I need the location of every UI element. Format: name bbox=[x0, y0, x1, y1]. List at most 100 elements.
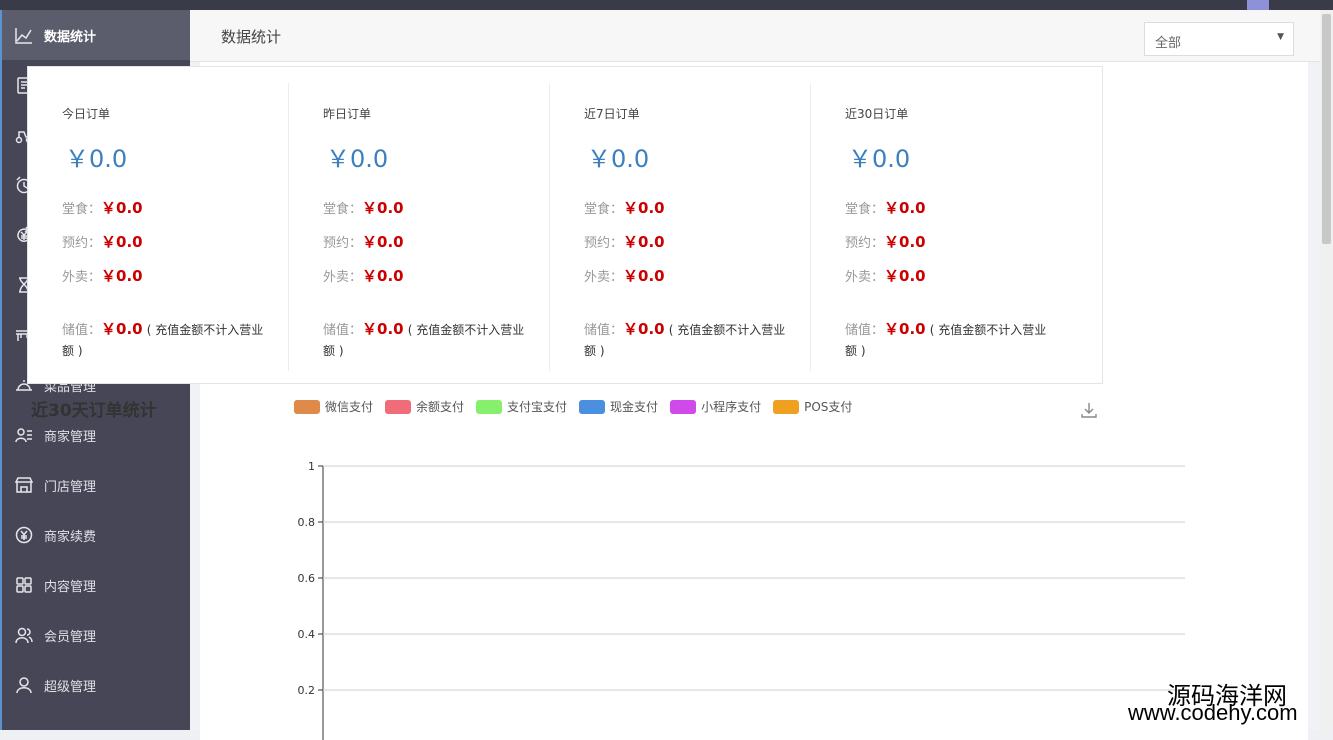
stat-reserve-label: 预约： bbox=[845, 236, 885, 251]
stat-reserve: 预约：￥0.0 bbox=[323, 231, 404, 252]
stat-dine: 堂食：￥0.0 bbox=[584, 197, 665, 218]
line-chart: 1 0.8 0.6 0.4 0.2 bbox=[298, 460, 1185, 740]
legend-item[interactable]: POS支付 bbox=[773, 398, 852, 415]
store-filter-value: 全部 bbox=[1155, 36, 1182, 51]
stat-dine-amount: ￥0.0 bbox=[884, 199, 926, 217]
stat-reserve-label: 预约： bbox=[62, 236, 102, 251]
legend-swatch bbox=[476, 399, 503, 414]
stat-dine-amount: ￥0.0 bbox=[362, 199, 404, 217]
sidebar-item-0[interactable]: 数据统计 bbox=[2, 10, 190, 60]
stat-total: ￥0.0 bbox=[65, 145, 128, 173]
stat-dine-label: 堂食： bbox=[62, 202, 102, 217]
stat-stored-amount: ￥0.0 bbox=[884, 320, 926, 338]
stat-dine: 堂食：￥0.0 bbox=[323, 197, 404, 218]
stat-title: 近30日订单 bbox=[845, 107, 909, 121]
store-filter-select[interactable]: 全部 ▼ bbox=[1144, 22, 1294, 56]
legend-item[interactable]: 余额支付 bbox=[385, 398, 464, 415]
stat-reserve-label: 预约： bbox=[584, 236, 624, 251]
legend-swatch bbox=[385, 399, 412, 414]
stat-title: 近7日订单 bbox=[584, 107, 640, 121]
stat-reserve-label: 预约： bbox=[323, 236, 363, 251]
stat-stored-label: 储值： bbox=[584, 323, 624, 338]
chart-title: 近30天订单统计 bbox=[31, 401, 157, 421]
stat-takeout-label: 外卖： bbox=[62, 270, 102, 285]
y-tick-label: 0.6 bbox=[298, 572, 316, 585]
legend-swatch bbox=[670, 399, 697, 414]
grid-icon bbox=[14, 575, 34, 595]
stat-reserve: 预约：￥0.0 bbox=[62, 231, 143, 252]
legend-label: POS支付 bbox=[804, 400, 853, 414]
legend-item[interactable]: 微信支付 bbox=[294, 398, 373, 415]
stat-takeout-amount: ￥0.0 bbox=[884, 267, 926, 285]
chevron-down-icon: ▼ bbox=[1277, 32, 1284, 42]
legend-item[interactable]: 支付宝支付 bbox=[476, 398, 567, 415]
sidebar-item-label: 数据统计 bbox=[44, 29, 97, 45]
stat-takeout-amount: ￥0.0 bbox=[101, 267, 143, 285]
stat-column: 近7日订单 ￥0.0 堂食：￥0.0 预约：￥0.0 外卖：￥0.0 储值：￥0.0 ( … bbox=[550, 83, 811, 371]
stat-stored: 储值：￥0.0 ( 充值金额不计入营业额 ) bbox=[845, 319, 1057, 362]
stat-stored-amount: ￥0.0 bbox=[362, 320, 404, 338]
stat-takeout: 外卖：￥0.0 bbox=[323, 265, 404, 286]
legend-item[interactable]: 现金支付 bbox=[579, 398, 658, 415]
sidebar-item-label: 商家管理 bbox=[44, 429, 97, 445]
legend-swatch bbox=[579, 399, 606, 414]
page-header: 数据统计 全部 ▼ bbox=[190, 10, 1320, 62]
stat-dine-amount: ￥0.0 bbox=[623, 199, 665, 217]
page-title: 数据统计 bbox=[221, 28, 282, 46]
legend-label: 小程序支付 bbox=[701, 400, 762, 414]
stat-reserve: 预约：￥0.0 bbox=[584, 231, 665, 252]
legend-label: 现金支付 bbox=[610, 400, 659, 414]
stat-takeout-label: 外卖： bbox=[845, 270, 885, 285]
y-tick-label: 0.2 bbox=[298, 684, 316, 697]
stat-dine-label: 堂食： bbox=[845, 202, 885, 217]
legend-label: 支付宝支付 bbox=[507, 400, 568, 414]
legend-label: 余额支付 bbox=[416, 400, 465, 414]
stat-column: 今日订单 ￥0.0 堂食：￥0.0 预约：￥0.0 外卖：￥0.0 储值：￥0.0 ( 充… bbox=[28, 83, 289, 371]
stat-dine: 堂食：￥0.0 bbox=[845, 197, 926, 218]
stat-takeout: 外卖：￥0.0 bbox=[845, 265, 926, 286]
store-icon bbox=[14, 475, 34, 495]
y-tick-label: 0.8 bbox=[298, 516, 316, 529]
scrollbar-thumb[interactable] bbox=[1322, 14, 1331, 244]
members-icon bbox=[14, 625, 34, 645]
legend-swatch bbox=[773, 399, 800, 414]
stat-reserve: 预约：￥0.0 bbox=[845, 231, 926, 252]
stat-reserve-amount: ￥0.0 bbox=[362, 233, 404, 251]
legend-label: 微信支付 bbox=[325, 400, 374, 414]
stat-column: 近30日订单 ￥0.0 堂食：￥0.0 预约：￥0.0 外卖：￥0.0 储值：￥0.0 (… bbox=[811, 83, 1072, 371]
stat-stored-label: 储值： bbox=[62, 323, 102, 338]
top-bar bbox=[0, 0, 1333, 10]
stat-column: 昨日订单 ￥0.0 堂食：￥0.0 预约：￥0.0 外卖：￥0.0 储值：￥0.0 ( 充… bbox=[289, 83, 550, 371]
stat-dine-label: 堂食： bbox=[323, 202, 363, 217]
stat-dine-amount: ￥0.0 bbox=[101, 199, 143, 217]
stats-card: 今日订单 ￥0.0 堂食：￥0.0 预约：￥0.0 外卖：￥0.0 储值：￥0.0 ( 充… bbox=[27, 66, 1103, 384]
yen-circle-icon bbox=[14, 525, 34, 545]
legend-item[interactable]: 小程序支付 bbox=[670, 398, 761, 415]
legend-swatch bbox=[294, 399, 320, 414]
stat-takeout-label: 外卖： bbox=[584, 270, 624, 285]
stat-dine: 堂食：￥0.0 bbox=[62, 197, 143, 218]
stat-takeout-label: 外卖： bbox=[323, 270, 363, 285]
stat-total: ￥0.0 bbox=[326, 145, 389, 173]
stat-stored-amount: ￥0.0 bbox=[101, 320, 143, 338]
stat-reserve-amount: ￥0.0 bbox=[884, 233, 926, 251]
user-list-icon bbox=[14, 425, 34, 445]
stat-reserve-amount: ￥0.0 bbox=[101, 233, 143, 251]
stat-stored: 储值：￥0.0 ( 充值金额不计入营业额 ) bbox=[62, 319, 274, 362]
stat-takeout-amount: ￥0.0 bbox=[362, 267, 404, 285]
stat-total: ￥0.0 bbox=[848, 145, 911, 173]
stat-takeout: 外卖：￥0.0 bbox=[62, 265, 143, 286]
download-icon[interactable] bbox=[1080, 401, 1098, 419]
stat-total: ￥0.0 bbox=[587, 145, 650, 173]
stat-takeout-amount: ￥0.0 bbox=[623, 267, 665, 285]
chart-legend: 微信支付 余额支付 支付宝支付 现金支付 小程序支付 POS支付 bbox=[294, 398, 864, 415]
watermark-line2: www.codehy.com bbox=[1128, 700, 1298, 725]
scrollbar[interactable] bbox=[1320, 10, 1333, 730]
y-tick-label: 0.4 bbox=[298, 628, 316, 641]
stat-dine-label: 堂食： bbox=[584, 202, 624, 217]
stat-stored-amount: ￥0.0 bbox=[623, 320, 665, 338]
y-tick-label: 1 bbox=[308, 460, 315, 473]
line-chart-icon bbox=[14, 25, 34, 45]
admin-icon bbox=[14, 675, 34, 695]
stat-title: 今日订单 bbox=[62, 107, 111, 121]
